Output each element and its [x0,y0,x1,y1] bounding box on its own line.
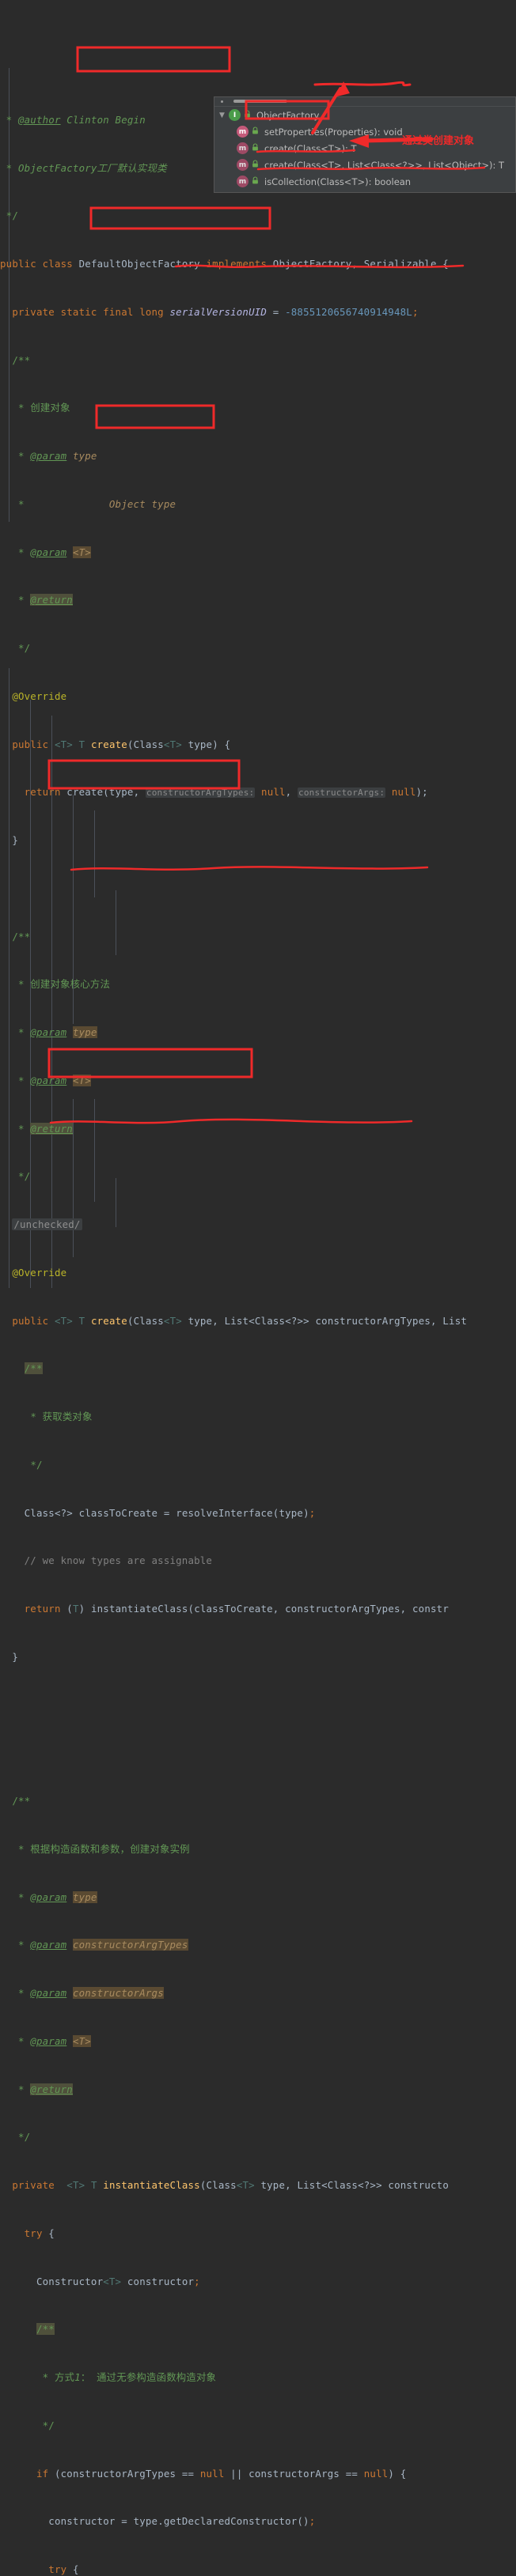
popup-row-member[interactable]: m isCollection(Class<T>): boolean [214,173,515,190]
code-line-way1-comment: * 方式1： 通过无参构造函数构造对象 [42,2371,217,2383]
code-line: Class<?> classToCreate = resolveInterfac… [24,1506,316,1519]
code-line: try { [48,2563,79,2575]
method-icon: m [237,176,249,187]
code-line: /** [36,2323,55,2336]
popup-member-label: create(Class<T>, List<Class<?>>, List<Ob… [264,159,505,171]
code-line: /** [12,1795,31,1807]
code-line: */ [17,642,31,654]
code-line: */ [17,1170,31,1183]
code-line: * 创建对象 [17,402,70,414]
popup-interface-name: ObjectFactory [256,109,320,121]
lock-icon [251,126,260,138]
code-line: * 创建对象核心方法 [17,978,111,991]
code-line-folded-annotation[interactable]: /unchecked/ [0,1217,516,1233]
method-icon: m [237,142,249,154]
method-icon: m [237,126,249,138]
lock-icon [243,109,252,121]
code-line: * @param <T> [17,2034,91,2047]
code-line-class-decl: public class DefaultObjectFactory implem… [0,258,449,270]
popup-member-label: isCollection(Class<T>): boolean [264,176,412,187]
code-line: * @return [17,1122,73,1135]
code-line: */ [17,2131,31,2144]
popup-member-label: create(Class<T>): T [264,142,357,154]
code-line: * @param <T> [17,546,91,558]
code-line: */ [0,210,18,222]
code-line-instantiate: private <T> T instantiateClass(Class<T> … [12,2179,450,2191]
code-line: * 根据构造函数和参数，创建对象实例 [17,1842,190,1855]
code-line: * @param type [17,1890,97,1903]
code-line: * 获取类对象 [30,1411,93,1422]
code-line: try { [24,2227,55,2239]
code-line: Constructor<T> constructor; [36,2275,200,2287]
code-line: * @return [17,594,73,606]
popup-row-interface[interactable]: ▼ I ObjectFactory [214,107,515,123]
code-editor[interactable]: * @author Clinton Begin * ObjectFactory工… [0,0,516,2575]
popup-member-label: setProperties(Properties): void [264,126,403,138]
code-line: } [12,1650,18,1663]
code-line: return create(type, constructorArgTypes:… [24,786,428,799]
chevron-down-icon[interactable]: ▼ [219,111,229,119]
popup-dot-icon [221,100,223,103]
code-line: * @param type [17,450,97,462]
code-line: /** [12,353,31,366]
lock-icon [251,159,260,171]
popup-row-member[interactable]: m create(Class<T>, List<Class<?>>, List<… [214,157,515,173]
folded-suppress-warnings: /unchecked/ [12,1218,82,1230]
code-line: return (T) instantiateClass(classToCreat… [24,1603,449,1615]
annotation-note-create-by-class: 通过类创建对象 [402,135,475,147]
code-line-create-2: public <T> T create(Class<T> type, List<… [12,1314,468,1327]
code-line: constructor = type.getDeclaredConstructo… [48,2515,316,2528]
code-line: * @param constructorArgs [17,1987,164,1999]
code-line: * @param constructorArgTypes [17,1939,188,1951]
code-line: private static final long serialVersionU… [12,305,419,318]
code-line: @Override [12,1266,67,1279]
code-line: /** [24,1362,43,1375]
inlay-hint-arg-types: constructorArgTypes: [145,788,256,799]
code-line: @Override [12,689,67,702]
interface-icon: I [229,109,241,121]
lock-icon [251,142,260,154]
method-icon: m [237,159,249,171]
code-line: // we know types are assignable [24,1554,213,1567]
code-line: */ [42,2419,55,2431]
code-line: * @param type [17,1026,97,1038]
code-line: */ [30,1458,43,1471]
code-line: /** [12,930,31,942]
lock-icon [251,176,260,187]
code-line: if (constructorArgTypes == null || const… [36,2467,407,2480]
code-line: } [12,834,18,846]
code-line-create-1: public <T> T create(Class<T> type) { [12,738,231,750]
popup-title-bar[interactable] [214,97,515,107]
popup-drag-handle[interactable] [233,100,287,103]
code-line: * @return [17,2083,73,2095]
code-line: * @param <T> [17,1074,91,1086]
code-line: * Object type [17,497,176,510]
inlay-hint-args: constructorArgs: [298,788,386,799]
